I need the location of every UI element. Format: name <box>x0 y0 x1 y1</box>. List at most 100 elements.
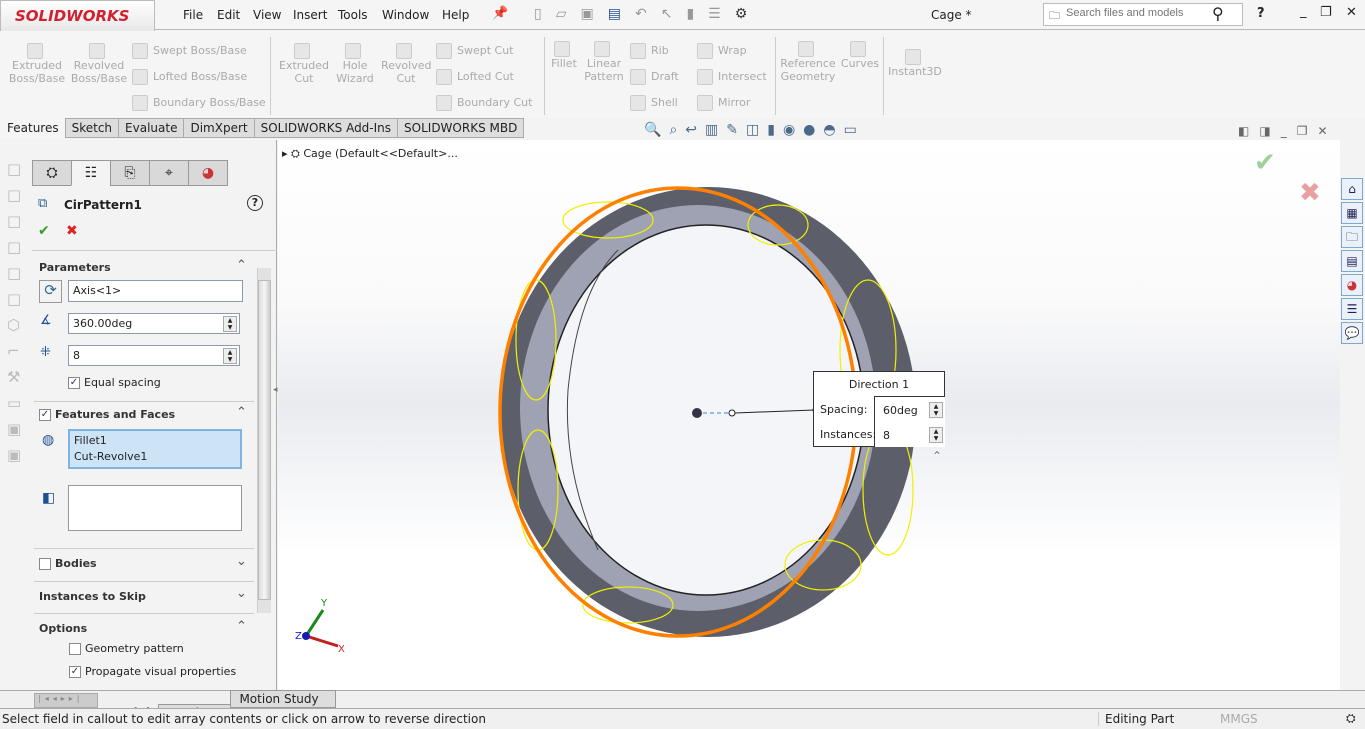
view-orientation-icons[interactable]: □ □ □ □ □ □ ⬡ ⌐ ⚒ ▭ ▣ ▣ <box>0 140 30 468</box>
options-gear-icon[interactable]: ⚙ <box>735 6 762 22</box>
property-manager-tab-icon[interactable]: ☷ <box>71 160 111 186</box>
spacing-field[interactable]: 60deg <box>883 404 918 417</box>
ok-check-icon[interactable]: ✔ <box>38 223 50 239</box>
hide-show-icon[interactable]: ◉ <box>783 122 803 138</box>
undo-icon[interactable]: ↶ <box>635 6 661 22</box>
tab-mbd[interactable]: SOLIDWORKS MBD <box>397 118 525 138</box>
revolved-cut-button[interactable]: Revolved Cut <box>381 43 431 85</box>
minimize-view-icon[interactable]: _ <box>1281 124 1297 138</box>
heads-up-view-toolbar[interactable]: 🔍⌕↩▥✎◫▮◉●◓▭ <box>644 122 865 138</box>
boundary-cut-button[interactable]: Boundary Cut <box>436 95 532 111</box>
dimxpert-manager-tab-icon[interactable]: ⌖ <box>149 160 189 186</box>
features-list[interactable]: Fillet1 Cut-Revolve1 <box>68 429 242 469</box>
custom-properties-icon[interactable]: ☰ <box>1341 298 1363 320</box>
tab-sketch[interactable]: Sketch <box>64 118 120 138</box>
edit-appearance-icon[interactable]: ● <box>803 122 823 138</box>
options-heading[interactable]: Options <box>39 622 87 635</box>
tab-features[interactable]: Features <box>0 118 66 138</box>
bodies-heading[interactable]: Bodies <box>39 557 97 570</box>
search-box[interactable]: 🗀 ⚲ <box>1043 3 1243 26</box>
section-view-icon[interactable]: ▥ <box>705 122 726 138</box>
select-icon[interactable]: ↖ <box>661 6 687 22</box>
collapse-chevron-icon[interactable]: ⌃ <box>236 258 247 273</box>
view-orientation-icon[interactable]: ◫ <box>746 122 767 138</box>
scrollbar-thumb[interactable] <box>258 280 271 600</box>
hole-wizard-button[interactable]: Hole Wizard <box>333 43 377 85</box>
forum-icon[interactable]: 💬 <box>1341 322 1363 344</box>
menu-tools[interactable]: Tools <box>338 8 368 22</box>
draft-button[interactable]: Draft <box>630 69 679 85</box>
axis-field[interactable]: Axis<1> <box>68 280 243 302</box>
tab-evaluate[interactable]: Evaluate <box>118 118 185 138</box>
rebuild-status-icon[interactable]: ⛭ <box>1346 711 1356 726</box>
restore-button[interactable]: ❐ <box>1320 5 1332 20</box>
view-palette-icon[interactable]: ▤ <box>1341 250 1363 272</box>
axis-rotate-icon[interactable]: ⟳ <box>39 280 62 303</box>
print-icon[interactable]: ▤ <box>608 6 635 22</box>
file-properties-icon[interactable]: ☰ <box>708 6 735 22</box>
menu-edit[interactable]: Edit <box>217 8 240 22</box>
equal-spacing-checkbox[interactable]: ✓ Equal spacing <box>68 376 161 389</box>
curves-button[interactable]: Curves <box>840 41 880 70</box>
direction-callout[interactable]: Direction 1 Spacing: 60deg ▲ ▼ 8 ▲ ▼ Insta… <box>813 371 945 447</box>
mirror-button[interactable]: Mirror <box>697 95 750 111</box>
reference-geometry-button[interactable]: Reference Geometry <box>779 41 837 83</box>
collapse-chevron-icon[interactable]: ⌃ <box>236 405 247 420</box>
restore-view-icon[interactable]: ❐ <box>1297 124 1318 138</box>
tab-scroll-arrows[interactable]: |◂◂▸▸| <box>34 693 98 708</box>
instances-to-skip-heading[interactable]: Instances to Skip <box>39 590 146 603</box>
open-icon[interactable]: ▱ <box>556 6 581 22</box>
help-icon[interactable]: ? <box>1257 6 1265 21</box>
expand-chevron-icon[interactable]: ⌄ <box>236 554 247 569</box>
viewport-window-controls[interactable]: ◧◨_❐✕ <box>1238 124 1338 138</box>
reference-triad[interactable]: Y X Z <box>295 598 345 655</box>
intersect-button[interactable]: Intersect <box>697 69 767 85</box>
wrap-button[interactable]: Wrap <box>697 43 747 59</box>
reverse-direction-arrow-icon[interactable]: ⌃ <box>932 449 942 463</box>
next-icon[interactable]: ◨ <box>1259 124 1280 138</box>
home-icon[interactable]: ⌂ <box>1341 178 1363 200</box>
swept-boss-button[interactable]: Swept Boss/Base <box>132 43 247 59</box>
pin-icon[interactable]: 📌 <box>492 6 508 21</box>
tab-dimxpert[interactable]: DimXpert <box>183 118 255 138</box>
instant3d-button[interactable]: Instant3D <box>887 49 943 78</box>
collapse-chevron-icon[interactable]: ⌃ <box>236 619 247 634</box>
apply-scene-icon[interactable]: ◓ <box>823 122 843 138</box>
revolved-boss-button[interactable]: Revolved Boss/Base <box>70 43 128 85</box>
display-manager-tab-icon[interactable]: ◕ <box>188 160 228 186</box>
tab-motion-study[interactable]: Motion Study 1 <box>230 690 337 720</box>
previous-icon[interactable]: ◧ <box>1238 124 1259 138</box>
configuration-manager-tab-icon[interactable]: ⎘ <box>110 160 150 186</box>
help-icon[interactable]: ? <box>247 195 263 211</box>
swept-cut-button[interactable]: Swept Cut <box>436 43 514 59</box>
zoom-to-fit-icon[interactable]: 🔍 <box>644 122 669 138</box>
panel-splitter-handle[interactable]: ◂ <box>273 385 278 395</box>
menu-insert[interactable]: Insert <box>293 8 327 22</box>
menu-window[interactable]: Window <box>382 8 429 22</box>
list-item[interactable]: Cut-Revolve1 <box>74 449 236 465</box>
design-library-icon[interactable]: ▦ <box>1341 202 1363 224</box>
shell-button[interactable]: Shell <box>630 95 678 111</box>
angle-spinner[interactable]: ▲ ▼ <box>223 316 237 332</box>
lofted-cut-button[interactable]: Lofted Cut <box>436 69 514 85</box>
save-icon[interactable]: ▣ <box>581 6 608 22</box>
new-icon[interactable]: ▯ <box>534 6 556 22</box>
boundary-boss-button[interactable]: Boundary Boss/Base <box>132 95 266 111</box>
rib-button[interactable]: Rib <box>630 43 669 59</box>
extruded-cut-button[interactable]: Extruded Cut <box>277 43 331 85</box>
previous-view-icon[interactable]: ↩ <box>685 122 705 138</box>
instances-field[interactable]: 8 ▲ ▼ <box>68 345 240 366</box>
instances-spinner[interactable]: ▲ ▼ <box>223 348 237 364</box>
fillet-button[interactable]: Fillet <box>548 41 580 70</box>
angle-field[interactable]: 360.00deg ▲ ▼ <box>68 313 240 334</box>
view-settings-icon[interactable]: ▭ <box>844 122 865 138</box>
menu-help[interactable]: Help <box>442 8 469 22</box>
graphics-area[interactable]: ▸ ⛭ Cage (Default<<Default>... 🔍⌕↩▥✎◫▮◉●… <box>273 122 1340 690</box>
features-faces-heading[interactable]: ✓ Features and Faces <box>39 408 175 421</box>
cancel-x-icon[interactable]: ✖ <box>66 223 78 239</box>
instances-field[interactable]: 8 <box>883 429 890 442</box>
linear-pattern-button[interactable]: Linear Pattern <box>582 41 626 83</box>
extruded-boss-button[interactable]: Extruded Boss/Base <box>8 43 66 85</box>
list-item[interactable]: Fillet1 <box>74 433 236 449</box>
lofted-boss-button[interactable]: Lofted Boss/Base <box>132 69 247 85</box>
